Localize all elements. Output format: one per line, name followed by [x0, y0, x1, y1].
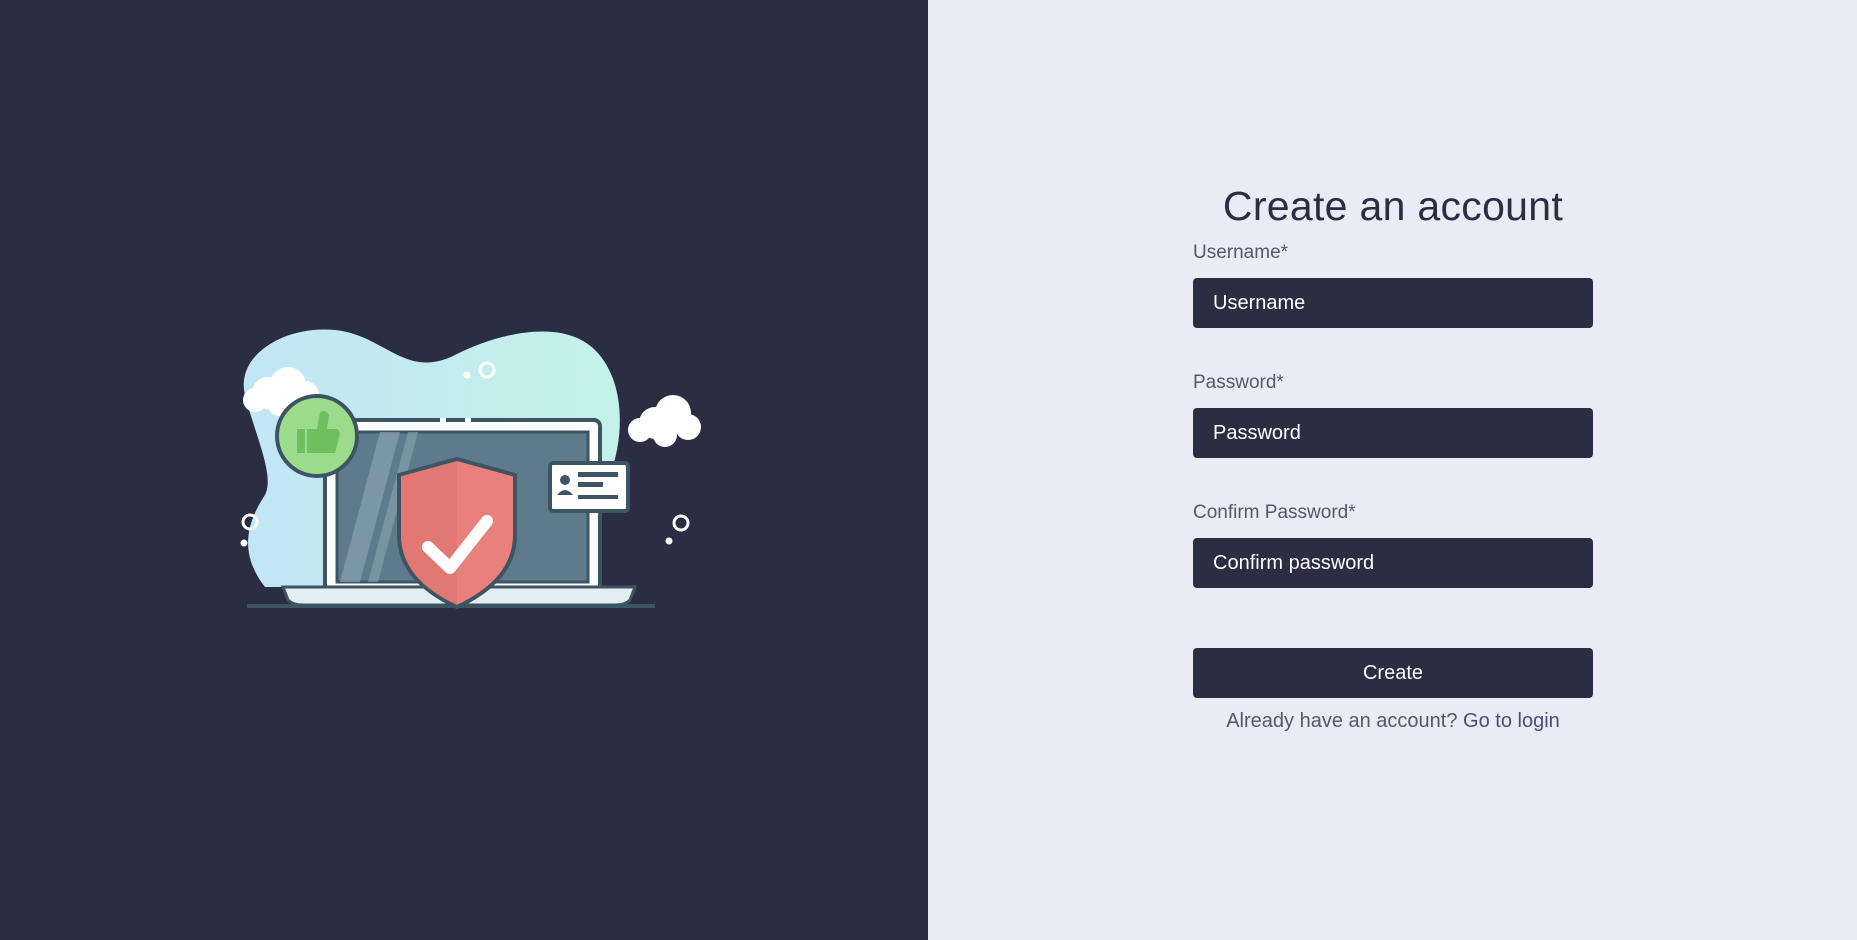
create-button[interactable]: Create — [1193, 648, 1593, 698]
username-input[interactable] — [1193, 278, 1593, 328]
form-panel: Create an account Username* Password* Co… — [928, 0, 1857, 940]
go-to-login-link[interactable]: Go to login — [1463, 710, 1560, 732]
login-prompt-text: Already have an account? — [1226, 710, 1458, 732]
cloud-right-icon — [628, 395, 701, 447]
id-card-icon — [548, 461, 630, 513]
security-laptop-illustration — [240, 329, 701, 610]
username-group: Username* — [1193, 242, 1593, 328]
page: Create an account Username* Password* Co… — [0, 0, 1857, 940]
thumbs-up-icon — [275, 394, 359, 478]
password-label: Password* — [1193, 372, 1284, 393]
confirm-password-label: Confirm Password* — [1193, 502, 1356, 523]
illustration-panel — [0, 0, 928, 940]
confirm-password-group: Confirm Password* — [1193, 502, 1593, 588]
confirm-password-input[interactable] — [1193, 538, 1593, 588]
password-group: Password* — [1193, 372, 1593, 458]
password-input[interactable] — [1193, 408, 1593, 458]
page-title: Create an account — [1222, 183, 1564, 229]
create-account-form: Create an account Username* Password* Co… — [1193, 176, 1593, 733]
login-prompt: Already have an account? Go to login — [1193, 710, 1593, 733]
username-label: Username* — [1193, 242, 1289, 263]
